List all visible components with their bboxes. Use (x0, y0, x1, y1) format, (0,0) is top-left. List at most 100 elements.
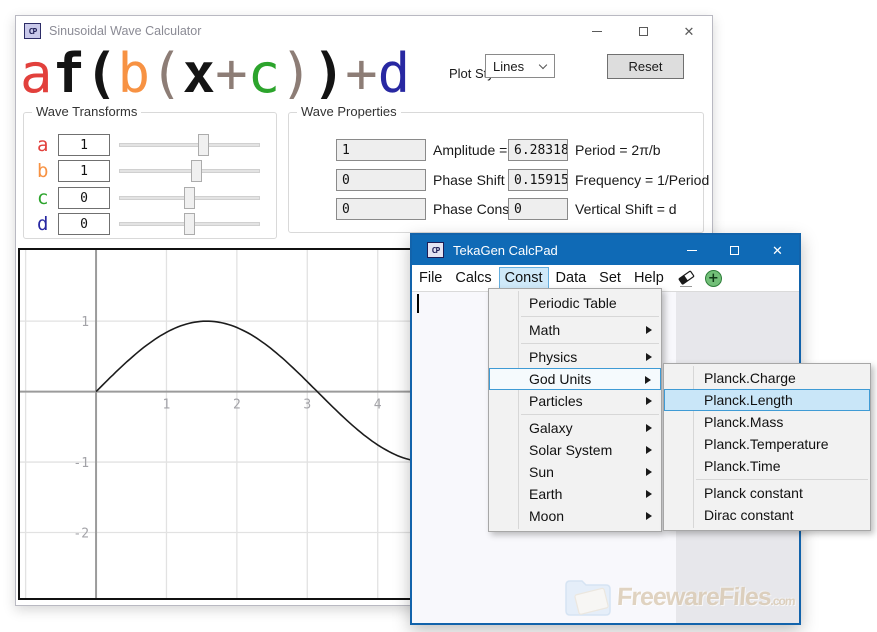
freewarefiles-watermark: FreewareFiles.com (561, 573, 795, 621)
maximize-button[interactable] (620, 16, 666, 46)
add-icon[interactable]: + (705, 270, 722, 287)
vertical-shift-value[interactable] (508, 198, 568, 220)
menu-item-math[interactable]: Math (489, 319, 661, 341)
maximize-icon (639, 27, 648, 36)
menu-item-planck-length[interactable]: Planck.Length (664, 389, 870, 411)
wave-properties-group: Wave Properties Amplitude = |a| Period =… (288, 112, 704, 233)
folder-icon (561, 573, 617, 621)
calcpad-titlebar[interactable]: CP TekaGen CalcPad ✕ (412, 235, 799, 265)
submenu-arrow-icon (646, 397, 652, 405)
svg-text:1: 1 (81, 315, 89, 330)
menu-set[interactable]: Set (593, 267, 627, 289)
param-b-label: b (37, 159, 48, 183)
submenu-arrow-icon (646, 490, 652, 498)
period-value[interactable] (508, 139, 568, 161)
menu-item-dirac-constant[interactable]: Dirac constant (664, 504, 870, 526)
submenu-arrow-icon (646, 512, 652, 520)
menu-item-label: Planck.Charge (704, 370, 796, 386)
param-d-slider[interactable] (119, 212, 260, 236)
param-b-input[interactable] (58, 160, 110, 182)
param-a-slider[interactable] (119, 133, 260, 157)
formula-token-open-paren: ( (150, 42, 183, 105)
menu-item-physics[interactable]: Physics (489, 346, 661, 368)
menu-item-solar-system[interactable]: Solar System (489, 439, 661, 461)
menu-separator (521, 343, 659, 344)
svg-text:2: 2 (233, 398, 241, 413)
close-button[interactable]: ✕ (666, 16, 712, 46)
wave-transforms-title: Wave Transforms (32, 104, 141, 119)
text-caret (417, 294, 419, 313)
menu-help[interactable]: Help (628, 267, 670, 289)
menu-item-label: Earth (529, 486, 562, 502)
param-c-label: c (37, 186, 48, 210)
reset-button[interactable]: Reset (607, 54, 684, 79)
param-c-slider[interactable] (119, 186, 260, 210)
transform-row-a: a (24, 133, 276, 157)
close-button[interactable]: ✕ (756, 235, 799, 265)
frequency-value[interactable] (508, 169, 568, 191)
minimize-button[interactable] (670, 235, 713, 265)
menu-item-label: Planck.Mass (704, 414, 783, 430)
param-c-input[interactable] (58, 187, 110, 209)
menu-data[interactable]: Data (550, 267, 593, 289)
watermark-text: FreewareFiles.com (616, 583, 796, 612)
formula-token-b: b (118, 42, 151, 105)
formula-token-d: d (378, 42, 411, 105)
formula-token-plus: + (215, 42, 248, 105)
menu-item-earth[interactable]: Earth (489, 483, 661, 505)
menu-item-god-units[interactable]: God Units (489, 368, 661, 390)
submenu-arrow-icon (646, 446, 652, 454)
param-b-slider[interactable] (119, 159, 260, 183)
svg-text:1: 1 (163, 398, 171, 413)
transform-row-d: d (24, 212, 276, 236)
slider-track (119, 143, 260, 147)
maximize-button[interactable] (713, 235, 756, 265)
menu-item-galaxy[interactable]: Galaxy (489, 417, 661, 439)
menu-item-label: Planck.Time (704, 458, 781, 474)
menu-item-label: Moon (529, 508, 564, 524)
menu-item-label: God Units (529, 371, 591, 387)
menu-const[interactable]: Const (499, 267, 549, 289)
property-row-1: Amplitude = |a| Period = 2π/b (289, 139, 703, 161)
minimize-button[interactable] (574, 16, 620, 46)
plot-style-select[interactable]: Lines (485, 54, 555, 78)
menu-item-label: Planck constant (704, 485, 803, 501)
menu-item-planck-temperature[interactable]: Planck.Temperature (664, 433, 870, 455)
period-label: Period = 2π/b (575, 142, 661, 158)
menu-item-planck-charge[interactable]: Planck.Charge (664, 367, 870, 389)
menu-item-moon[interactable]: Moon (489, 505, 661, 527)
menu-item-label: Math (529, 322, 560, 338)
submenu-arrow-icon (646, 468, 652, 476)
amplitude-value[interactable] (336, 139, 426, 161)
wave-caption-buttons: ✕ (574, 16, 712, 46)
menu-item-planck-mass[interactable]: Planck.Mass (664, 411, 870, 433)
god-units-submenu: Planck.Charge Planck.Length Planck.Mass … (663, 363, 871, 531)
vertical-shift-label: Vertical Shift = d (575, 201, 677, 217)
phase-constant-value[interactable] (336, 198, 426, 220)
menu-item-particles[interactable]: Particles (489, 390, 661, 412)
menu-item-planck-time[interactable]: Planck.Time (664, 455, 870, 477)
param-c-slider-thumb[interactable] (184, 187, 195, 209)
param-d-input[interactable] (58, 213, 110, 235)
param-d-slider-thumb[interactable] (184, 213, 195, 235)
eraser-icon[interactable] (676, 269, 697, 288)
wave-properties-title: Wave Properties (297, 104, 401, 119)
submenu-arrow-icon (646, 424, 652, 432)
menu-item-planck-constant[interactable]: Planck constant (664, 482, 870, 504)
menu-item-label: Planck.Temperature (704, 436, 829, 452)
param-a-slider-thumb[interactable] (198, 134, 209, 156)
menu-item-periodic-table[interactable]: Periodic Table (489, 292, 661, 314)
phase-shift-value[interactable] (336, 169, 426, 191)
svg-text:-2: -2 (73, 526, 89, 541)
chevron-down-icon (540, 62, 547, 69)
param-d-label: d (37, 212, 48, 236)
menu-calcs[interactable]: Calcs (449, 267, 497, 289)
param-b-slider-thumb[interactable] (191, 160, 202, 182)
menu-file[interactable]: File (413, 267, 448, 289)
app-icon: CP (24, 23, 41, 39)
const-menu: Periodic Table Math Physics God Units Pa… (488, 288, 662, 532)
slider-track (119, 169, 260, 173)
menu-item-label: Galaxy (529, 420, 573, 436)
menu-item-sun[interactable]: Sun (489, 461, 661, 483)
param-a-input[interactable] (58, 134, 110, 156)
